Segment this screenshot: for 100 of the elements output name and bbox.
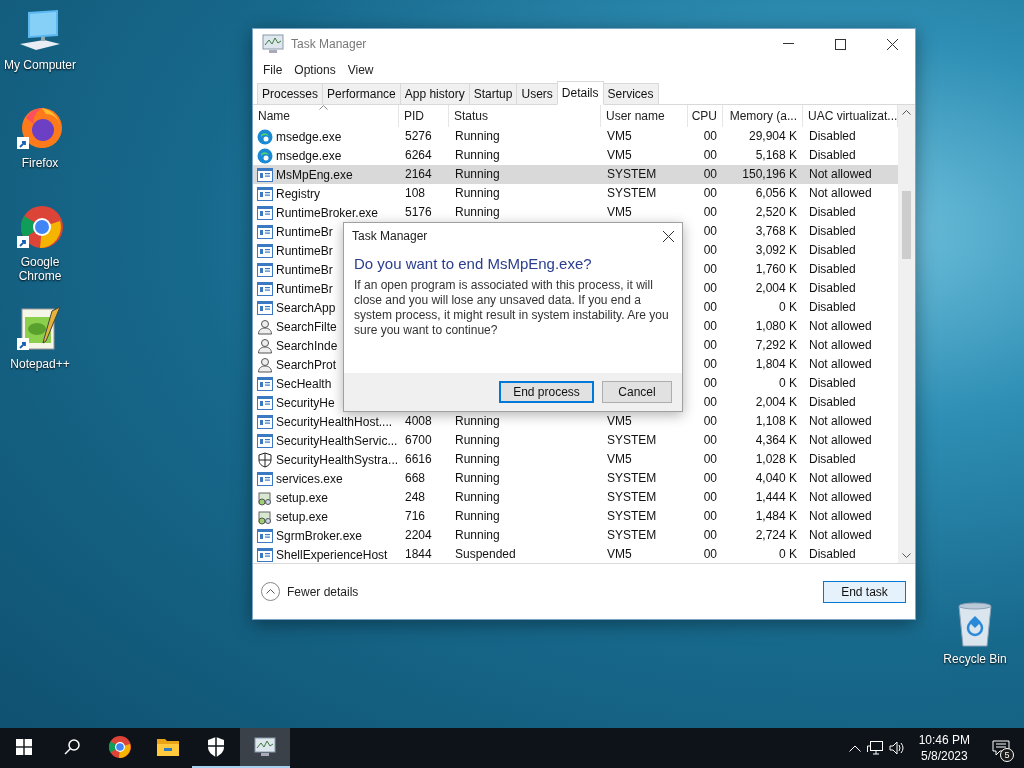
table-cell-text: 0 K [778,375,798,392]
table-cell-text: Running [454,489,501,506]
table-cell-text: 00 [702,242,718,259]
table-cell: SecHealth [276,376,332,391]
table-cell-text: VM5 [606,204,633,221]
table-cell-text: 00 [702,204,718,221]
table-cell-text: 00 [702,128,718,145]
table-cell-text: 6264 [404,147,433,164]
table-cell-text: Disabled [808,261,857,278]
table-cell-text: Not allowed [808,356,873,373]
table-cell-text: Disabled [808,242,857,259]
table-cell: SecurityHe [276,395,335,410]
table-cell-text: Running [454,432,501,449]
table-cell-text: 1,028 K [754,451,798,468]
table-cell-text: 00 [702,546,718,563]
table-cell-text: VM5 [606,413,633,430]
table-cell-text: Running [454,204,501,221]
table-cell: SecurityHealthSystra... [276,452,399,467]
table-cell-text: SYSTEM [606,489,658,506]
table-cell-text: SYSTEM [606,185,658,202]
table-cell: setup.exe [276,509,329,524]
table-cell-text: Not allowed [808,337,873,354]
table-cell-text: VM5 [606,546,633,563]
table-cell-text: 00 [702,337,718,354]
table-cell-text: 00 [702,147,718,164]
table-cell-text: SYSTEM [606,508,658,525]
table-cell-text: Disabled [808,147,857,164]
table-cell: ShellExperienceHost [276,547,388,562]
table-cell: SearchInde [276,338,338,353]
table-cell: msedge.exe [276,129,342,144]
table-cell-text: Not allowed [808,527,873,544]
table-cell-text: Disabled [808,299,857,316]
table-cell: RuntimeBr [276,243,333,258]
table-cell-text: Running [454,166,501,183]
table-cell-text: 108 [404,185,427,202]
table-cell-text: 1,444 K [754,489,798,506]
table-cell-text: 00 [702,166,718,183]
table-cell: Registry [276,186,320,201]
table-cell-text: 1,804 K [754,356,798,373]
table-cell-text: 1,484 K [754,508,798,525]
table-cell-text: Disabled [808,280,857,297]
table-cell-text: 00 [702,489,718,506]
table-cell-text: 00 [702,470,718,487]
table-cell-text: 2,004 K [754,394,798,411]
table-cell-text: 6700 [404,432,433,449]
dialog-title: Task Manager [352,229,428,243]
table-cell-text: 00 [702,223,718,240]
table-cell-text: 00 [702,318,718,335]
table-cell: MsMpEng.exe [276,167,353,182]
table-cell-text: Running [454,147,501,164]
table-cell-text: 0 K [778,299,798,316]
table-cell: RuntimeBr [276,281,333,296]
table-cell-text: 00 [702,185,718,202]
table-cell-text: 668 [404,470,427,487]
table-cell-text: 00 [702,451,718,468]
table-cell: msedge.exe [276,148,342,163]
table-cell-text: Running [454,508,501,525]
table-cell-text: Not allowed [808,413,873,430]
table-cell-text: 248 [404,489,427,506]
table-cell-text: 6616 [404,451,433,468]
table-cell-text: Not allowed [808,318,873,335]
table-cell: SecurityHealthHost.... [276,414,393,429]
table-cell-text: 0 K [778,546,798,563]
table-cell-text: VM5 [606,128,633,145]
table-cell-text: Not allowed [808,489,873,506]
table-cell-text: 4,040 K [754,470,798,487]
table-cell-text: SYSTEM [606,432,658,449]
table-cell-text: 00 [702,375,718,392]
table-cell-text: Disabled [808,128,857,145]
table-cell-text: 2164 [404,166,433,183]
table-cell-text: Not allowed [808,470,873,487]
table-cell-text: Not allowed [808,432,873,449]
table-cell-text: 1,080 K [754,318,798,335]
table-cell: RuntimeBroker.exe [276,205,379,220]
table-cell-text: 29,904 K [747,128,798,145]
table-cell-text: Running [454,128,501,145]
table-cell-text: 00 [702,280,718,297]
table-cell: services.exe [276,471,343,486]
table-cell-text: 00 [702,356,718,373]
table-cell: SgrmBroker.exe [276,528,363,543]
table-cell-text: Not allowed [808,185,873,202]
table-cell-text: VM5 [606,147,633,164]
table-cell-text: 2,004 K [754,280,798,297]
table-cell-text: 00 [702,299,718,316]
table-cell: setup.exe [276,490,329,505]
table-cell-text: 716 [404,508,427,525]
table-cell-text: SYSTEM [606,470,658,487]
table-cell-text: 6,056 K [754,185,798,202]
table-cell-text: 5176 [404,204,433,221]
table-cell-text: 00 [702,508,718,525]
table-cell-text: 4,364 K [754,432,798,449]
table-cell-text: Running [454,451,501,468]
table-cell-text: Disabled [808,223,857,240]
table-cell-text: 5,168 K [754,147,798,164]
table-cell: SecurityHealthServic... [276,433,398,448]
table-cell-text: 4008 [404,413,433,430]
table-cell: SearchProt [276,357,337,372]
window-title: Task Manager [291,37,368,51]
table-cell-text: 7,292 K [754,337,798,354]
table-cell-text: 00 [702,432,718,449]
